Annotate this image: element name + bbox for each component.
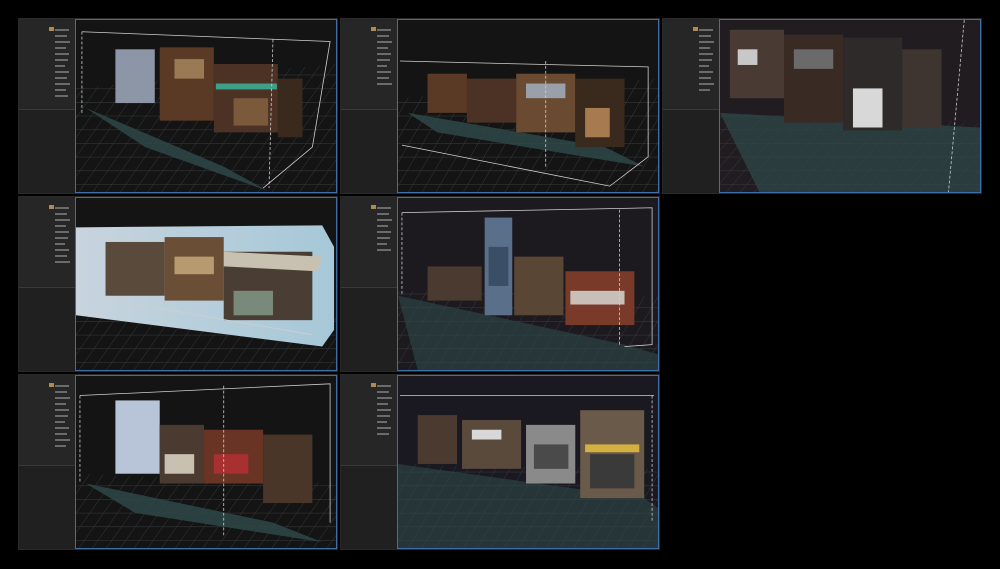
3d-viewport[interactable]: [397, 375, 659, 549]
point-cloud-scene: [398, 198, 658, 370]
editor-panel-5: [340, 196, 660, 372]
property-list: [19, 197, 75, 287]
point-cloud-scene: [720, 20, 980, 192]
point-cloud-scene: [398, 20, 658, 192]
editor-panel-1: [18, 18, 338, 194]
3d-viewport[interactable]: [397, 197, 659, 371]
layer-list: [341, 287, 397, 371]
screenshot-grid: [0, 0, 1000, 569]
point-cloud-scene: [398, 376, 658, 548]
outliner-sidebar[interactable]: [19, 19, 76, 193]
layer-list: [19, 109, 75, 193]
property-list: [663, 19, 719, 109]
layer-list: [19, 465, 75, 549]
editor-panel-3: [662, 18, 982, 194]
editor-panel-2: [340, 18, 660, 194]
layer-list: [341, 465, 397, 549]
layer-list: [663, 109, 719, 193]
property-list: [341, 19, 397, 109]
editor-panel-4: [18, 196, 338, 372]
layer-list: [19, 287, 75, 371]
editor-panel-6: [18, 374, 338, 550]
property-list: [341, 197, 397, 287]
3d-viewport[interactable]: [75, 375, 337, 549]
editor-panel-7: [340, 374, 660, 550]
outliner-sidebar[interactable]: [341, 375, 398, 549]
property-list: [341, 375, 397, 465]
outliner-sidebar[interactable]: [341, 197, 398, 371]
point-cloud-scene: [76, 376, 336, 548]
outliner-sidebar[interactable]: [19, 375, 76, 549]
outliner-sidebar[interactable]: [19, 197, 76, 371]
outliner-sidebar[interactable]: [341, 19, 398, 193]
3d-viewport[interactable]: [397, 19, 659, 193]
3d-viewport[interactable]: [75, 197, 337, 371]
mesh-scene: [76, 198, 336, 370]
property-list: [19, 375, 75, 465]
layer-list: [341, 109, 397, 193]
point-cloud-scene: [76, 20, 336, 192]
outliner-sidebar[interactable]: [663, 19, 720, 193]
property-list: [19, 19, 75, 109]
3d-viewport[interactable]: [719, 19, 981, 193]
3d-viewport[interactable]: [75, 19, 337, 193]
